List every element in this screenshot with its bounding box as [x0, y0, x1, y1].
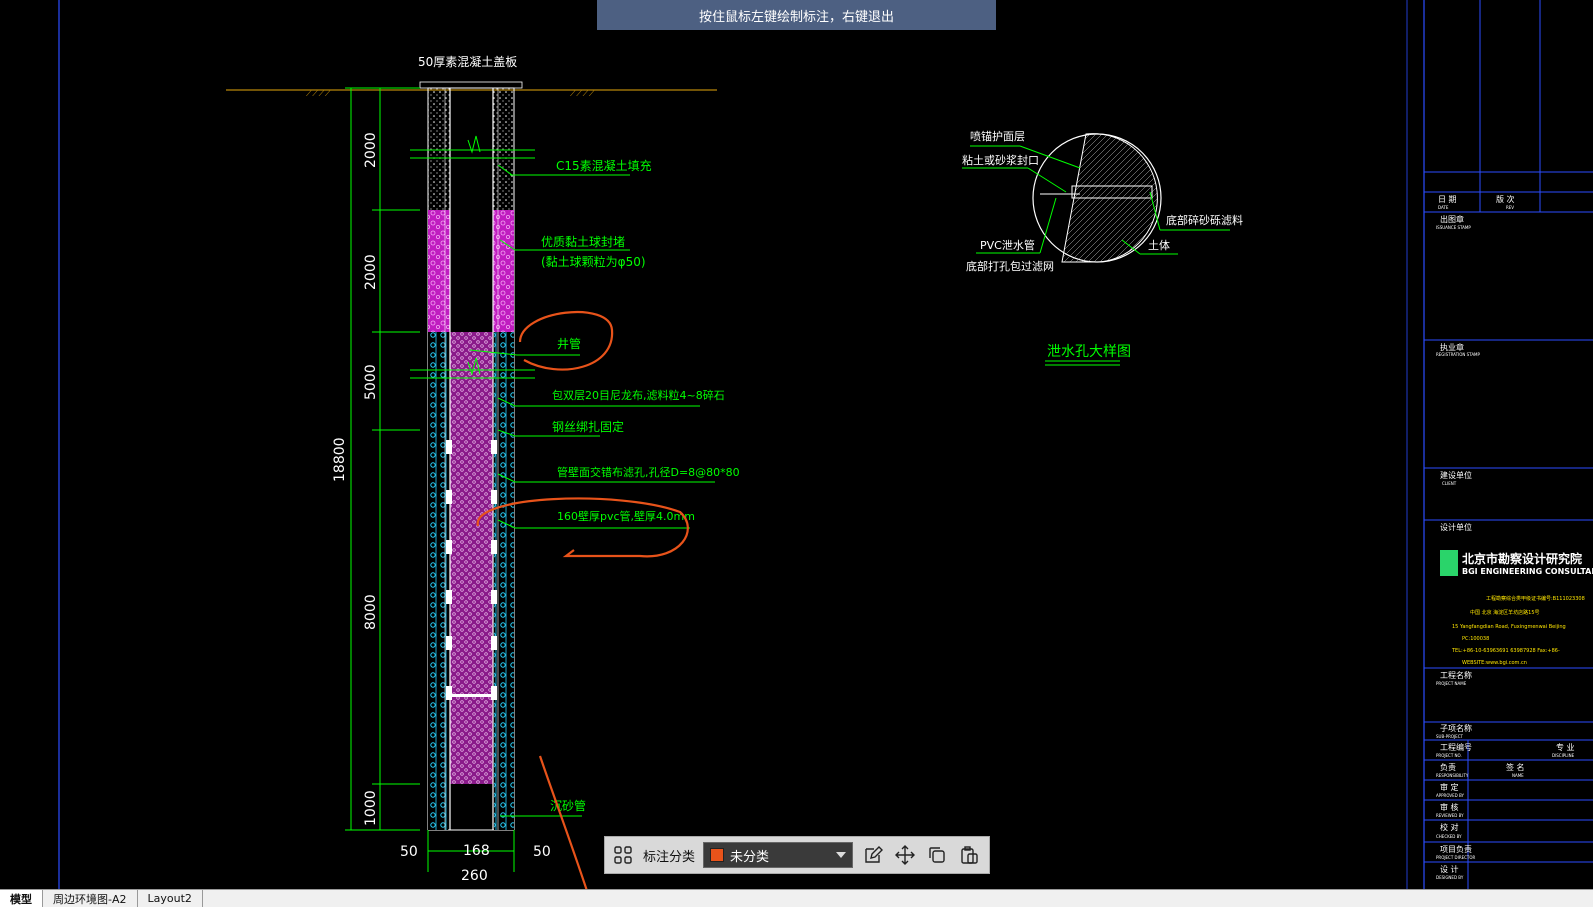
- tb-date: 日 期: [1438, 195, 1457, 204]
- top-note: 50厚素混凝土盖板: [418, 54, 517, 69]
- well-section: [410, 81, 535, 831]
- tb-client: 建设单位: [1440, 470, 1472, 480]
- tb-review-en: REVIEWED BY: [1436, 813, 1464, 818]
- dim-bottom-right: 50: [533, 844, 551, 860]
- dim-bottom-left: 50: [400, 844, 418, 860]
- tb-rev: 版 次: [1496, 194, 1515, 204]
- label-clay2: (黏土球颗粒为φ50): [541, 254, 646, 269]
- tb-project: 工程名称: [1440, 670, 1472, 680]
- dimension-lines: [345, 87, 715, 872]
- tb-project-no-en: PROJECT NO.: [1436, 753, 1462, 758]
- label-c15: C15素混凝土填充: [556, 158, 652, 173]
- tb-review: 审 核: [1440, 802, 1459, 812]
- dim-total: 18800: [332, 437, 348, 482]
- tb-tel: TEL:+86-10-63963691 63987928 Fax:+86-: [1451, 648, 1560, 654]
- copy-icon[interactable]: [925, 843, 949, 867]
- tb-seal1: 出图章: [1440, 214, 1464, 224]
- company-logo-icon: [1440, 550, 1458, 576]
- tb-client-en: CLIENT: [1442, 481, 1457, 486]
- tb-project-no: 工程编号: [1440, 742, 1472, 752]
- tb-design-en: DESIGNED BY: [1436, 875, 1464, 880]
- dim-2: 2000: [363, 254, 379, 290]
- tb-project-en: PROJECT NAME: [1436, 681, 1467, 686]
- tb-check: 校 对: [1440, 822, 1459, 832]
- tb-design: 设 计: [1440, 864, 1459, 874]
- detail-l2: 粘土或砂浆封口: [962, 153, 1039, 167]
- tb-seal1-en: ISSUANCE STAMP: [1436, 225, 1471, 230]
- dim-5: 1000: [363, 790, 379, 826]
- tb-web: WEBSITE:www.bgi.com.cn: [1462, 660, 1527, 666]
- tb-subproject-en: SUB-PROJECT: [1436, 734, 1463, 739]
- tb-approve: 审 定: [1440, 782, 1459, 792]
- tb-leader-en: PROJECT DIRECTOR: [1436, 855, 1476, 860]
- tb-designer: 设计单位: [1440, 522, 1472, 532]
- annotation-toolbar: 标注分类 未分类: [604, 836, 990, 874]
- move-icon[interactable]: [893, 843, 917, 867]
- tb-approve-en: APPROVED BY: [1436, 793, 1465, 798]
- cad-drawing-canvas[interactable]: ⟋⟋⟋⟋ ⟋⟋⟋⟋ 50厚素混凝土盖板 C15素混凝土填充 优质黏土球封堵 (黏…: [0, 0, 1593, 907]
- tb-seal2: 执业章: [1440, 342, 1464, 352]
- label-well-pipe: 井管: [557, 336, 581, 351]
- drain-detail: 喷锚护面层 粘土或砂浆封口 PVC泄水管 底部打孔包过滤网 底部碎砂砾滤料 土体…: [962, 129, 1243, 366]
- detail-l1: 喷锚护面层: [970, 129, 1025, 143]
- tb-resp: 负责: [1440, 762, 1456, 772]
- tb-company-en: BGI ENGINEERING CONSULTANTS: [1462, 567, 1593, 576]
- tab-environment-a2[interactable]: 周边环境图-A2: [43, 890, 138, 907]
- dim-1: 2000: [363, 132, 379, 168]
- tb-leader: 项目负责: [1440, 844, 1472, 854]
- detail-l5: 底部碎砂砾滤料: [1166, 213, 1243, 227]
- edit-icon[interactable]: [861, 843, 885, 867]
- dim-4: 8000: [363, 594, 379, 630]
- tip-banner: 按住鼠标左键绘制标注，右键退出: [597, 0, 996, 30]
- title-block: 日 期 DATE 版 次 REV 出图章 ISSUANCE STAMP 执业章 …: [1424, 0, 1593, 889]
- chevron-down-icon: [836, 852, 847, 858]
- tb-seal2-en: REGISTRATION STAMP: [1436, 352, 1481, 357]
- tb-addr-cn: 中国 北京 海淀区羊坊店路15号: [1470, 609, 1540, 616]
- category-select[interactable]: 未分类: [703, 842, 854, 868]
- tb-sign: 签 名: [1506, 762, 1525, 772]
- tb-company-cn: 北京市勘察设计研究院: [1462, 551, 1582, 566]
- tb-cert: 工程勘察综合类甲级证书编号:B111023308: [1486, 595, 1585, 602]
- category-select-value: 未分类: [730, 849, 770, 865]
- detail-l4: 底部打孔包过滤网: [966, 259, 1054, 273]
- detail-l3: PVC泄水管: [980, 238, 1035, 252]
- tb-discipline-en: DISCIPLINE: [1552, 753, 1575, 758]
- dim-bottom-mid: 168: [463, 843, 490, 859]
- grid-apps-icon[interactable]: [611, 843, 635, 867]
- tb-date-en: DATE: [1438, 205, 1449, 210]
- svg-text:⟋⟋⟋⟋: ⟋⟋⟋⟋: [306, 89, 332, 99]
- tb-pc: PC:100038: [1462, 636, 1489, 642]
- tb-check-en: CHECKED BY: [1436, 834, 1462, 839]
- tb-rev-en: REV: [1506, 205, 1514, 210]
- tab-layout2[interactable]: Layout2: [138, 890, 203, 907]
- tb-addr-en: 15 Yangfangdian Road, Fuxingmenwai Beiji…: [1452, 624, 1566, 630]
- paste-icon[interactable]: [957, 843, 981, 867]
- label-pipe-hole: 管壁面交错布滤孔,孔径D=8@80*80: [557, 465, 740, 479]
- label-filter: 包双层20目尼龙布,滤料粒4~8碎石: [552, 388, 725, 402]
- tb-sign-en: NAME: [1512, 773, 1524, 778]
- detail-title: 泄水孔大样图: [1047, 344, 1131, 360]
- dim-3: 5000: [363, 364, 379, 400]
- dim-bottom-total: 260: [461, 868, 488, 884]
- tip-banner-text: 按住鼠标左键绘制标注，右键退出: [698, 9, 894, 25]
- label-clay1: 优质黏土球封堵: [541, 235, 625, 249]
- svg-text:⟋⟋⟋⟋: ⟋⟋⟋⟋: [570, 89, 596, 99]
- detail-l6: 土体: [1148, 238, 1170, 252]
- layout-tabs: 模型 周边环境图-A2 Layout2: [0, 889, 1593, 907]
- label-steel-wire: 钢丝绑扎固定: [552, 419, 624, 434]
- tb-discipline: 专 业: [1556, 742, 1575, 752]
- tb-resp-en: RESPONSIBILITY: [1436, 773, 1469, 778]
- tab-model[interactable]: 模型: [0, 890, 43, 907]
- tb-subproject: 子项名称: [1440, 723, 1472, 733]
- category-label: 标注分类: [643, 849, 696, 865]
- category-color-swatch: [710, 848, 725, 862]
